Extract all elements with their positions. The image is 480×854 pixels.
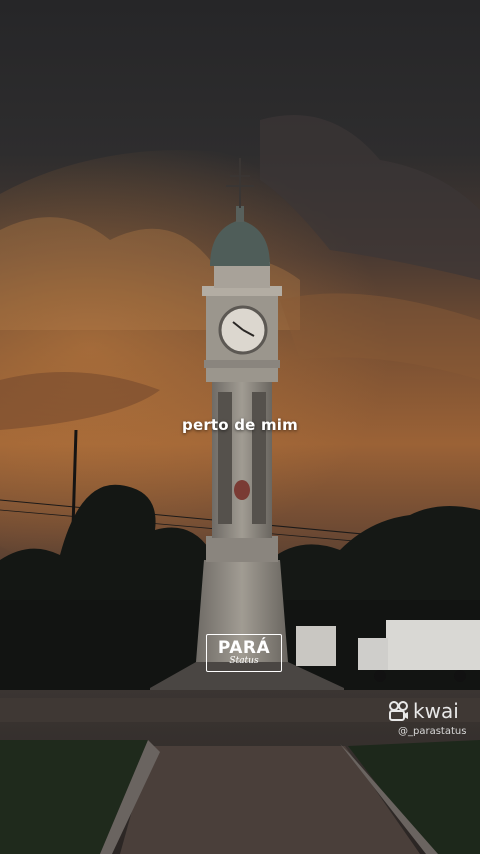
kwai-camera-icon (389, 701, 408, 721)
lyric-caption: perto de mim (182, 416, 298, 434)
para-status-logo: PARÁ Status (206, 634, 282, 672)
brand-title: PARÁ (217, 638, 271, 658)
creator-handle: @_parastatus (398, 726, 467, 737)
kwai-wordmark: kwai (413, 699, 459, 723)
kwai-watermark: kwai (388, 698, 459, 724)
